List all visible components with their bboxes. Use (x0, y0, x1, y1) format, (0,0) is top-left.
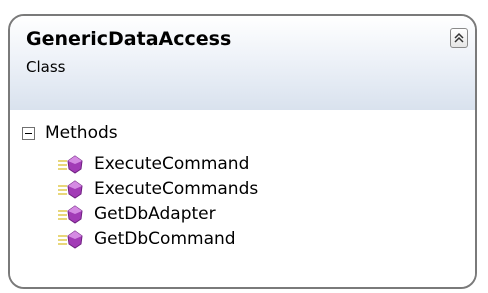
method-item[interactable]: GetDbCommand (56, 226, 258, 251)
class-kind: Class (26, 58, 66, 76)
methods-section-label: Methods (45, 123, 118, 143)
method-name: GetDbAdapter (94, 203, 216, 224)
method-item[interactable]: ExecuteCommand (56, 151, 258, 176)
minus-icon[interactable] (22, 126, 35, 140)
methods-section-header[interactable]: Methods (22, 122, 118, 144)
method-icon (58, 154, 83, 174)
double-chevron-up-icon (454, 32, 464, 43)
method-item[interactable]: ExecuteCommands (56, 176, 258, 201)
class-body: Methods ExecuteCommand ExecuteCommands G… (10, 110, 475, 287)
method-icon (58, 179, 83, 199)
method-name: GetDbCommand (94, 228, 236, 249)
method-name: ExecuteCommand (94, 153, 250, 174)
method-icon (58, 204, 83, 224)
class-header: GenericDataAccess Class (10, 16, 475, 110)
method-list: ExecuteCommand ExecuteCommands GetDbAdap… (56, 151, 258, 251)
class-shape[interactable]: GenericDataAccess Class Methods ExecuteC… (8, 14, 477, 289)
method-icon (58, 229, 83, 249)
method-name: ExecuteCommands (94, 178, 259, 199)
method-item[interactable]: GetDbAdapter (56, 201, 258, 226)
collapse-button[interactable] (450, 28, 468, 48)
class-name: GenericDataAccess (26, 28, 232, 50)
